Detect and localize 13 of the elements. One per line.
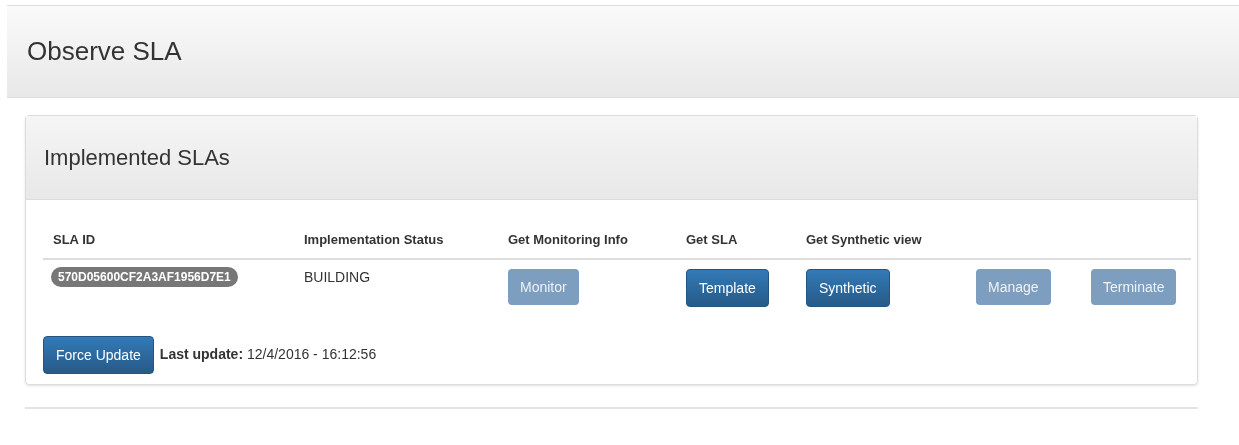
action-button[interactable]: Template	[686, 268, 769, 307]
status-text: BUILDING	[304, 268, 371, 285]
sla-id-badge: 570D05600CF2A3AF1956D7E1	[51, 266, 238, 287]
column-header: SLA ID	[53, 232, 96, 247]
column-header: Get Synthetic view	[806, 232, 922, 247]
action-button[interactable]: Synthetic	[806, 268, 890, 307]
last-update-text: Last update: 12/4/2016 - 16:12:56	[159, 345, 377, 364]
panel-title: Implemented SLAs	[44, 144, 230, 172]
page-title: Observe SLA	[27, 35, 182, 68]
column-header: Get Monitoring Info	[508, 232, 628, 247]
force-update-button[interactable]: Force Update	[43, 335, 154, 374]
column-header: Get SLA	[686, 232, 738, 247]
column-header: Implementation Status	[304, 232, 444, 247]
